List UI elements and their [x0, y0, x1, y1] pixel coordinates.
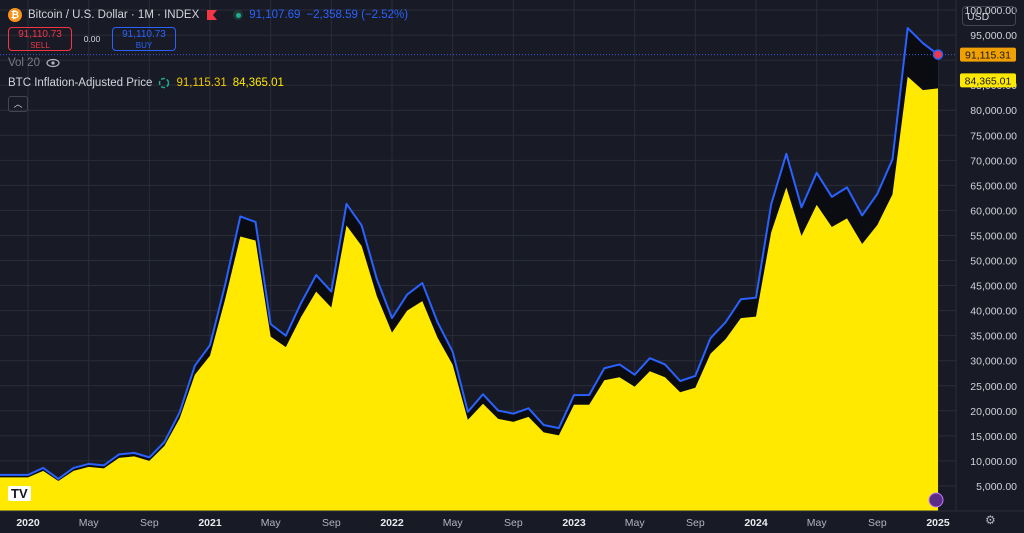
y-tick-label: 30,000.00 — [970, 356, 1017, 368]
loading-icon — [159, 77, 170, 89]
x-tick-label: Sep — [140, 517, 159, 529]
price-change: −2,358.59 (−2.52%) — [306, 9, 409, 21]
trade-buttons: 91,110.73 SELL 0.00 91,110.73 BUY — [8, 27, 176, 51]
symbol-legend: ₿ Bitcoin / U.S. Dollar · 1M · INDEX 91,… — [8, 8, 408, 22]
x-tick-label: Sep — [504, 517, 523, 529]
x-tick-label: 2024 — [744, 517, 768, 529]
x-tick-label: Sep — [868, 517, 887, 529]
x-tick-label: 2023 — [562, 517, 586, 529]
y-tick-label: 70,000.00 — [970, 155, 1017, 167]
spread-value: 0.00 — [83, 34, 101, 44]
y-tick-label: 55,000.00 — [970, 230, 1017, 242]
eye-icon[interactable] — [46, 58, 60, 68]
y-tick-label: 50,000.00 — [970, 256, 1017, 268]
indicator-value-1: 91,115.31 — [176, 77, 227, 89]
y-tick-label: 25,000.00 — [970, 381, 1017, 393]
x-tick-label: May — [807, 517, 828, 529]
x-tick-label: May — [443, 517, 464, 529]
flag-icon[interactable] — [207, 10, 218, 20]
y-tick-label: 65,000.00 — [970, 180, 1017, 192]
currency-label: USD — [967, 11, 990, 23]
price-axis-badge-label: 84,365.01 — [965, 75, 1012, 87]
gear-icon[interactable]: ⚙ — [985, 513, 996, 527]
y-tick-label: 80,000.00 — [970, 105, 1017, 117]
buy-label: BUY — [135, 41, 153, 50]
indicator-value-2: 84,365.01 — [232, 77, 284, 89]
buy-price: 91,110.73 — [122, 29, 166, 40]
x-tick-label: Sep — [322, 517, 341, 529]
sell-label: SELL — [30, 41, 50, 50]
sell-price: 91,110.73 — [18, 29, 62, 40]
x-tick-label: May — [261, 517, 282, 529]
symbol-title[interactable]: Bitcoin / U.S. Dollar · 1M · INDEX — [28, 9, 199, 21]
volume-legend: Vol 20 — [8, 57, 60, 69]
y-tick-label: 45,000.00 — [970, 281, 1017, 293]
x-tick-label: Sep — [686, 517, 705, 529]
y-tick-label: 95,000.00 — [970, 30, 1017, 42]
x-tick-label: 2022 — [380, 517, 404, 529]
x-tick-label: 2020 — [16, 517, 40, 529]
collapse-legend-button[interactable]: ︿ — [8, 96, 28, 112]
y-tick-label: 15,000.00 — [970, 431, 1017, 443]
lightning-icon — [928, 492, 944, 508]
volume-label[interactable]: Vol 20 — [8, 57, 40, 69]
y-tick-label: 20,000.00 — [970, 406, 1017, 418]
y-tick-label: 35,000.00 — [970, 331, 1017, 343]
y-tick-label: 40,000.00 — [970, 306, 1017, 318]
tradingview-logo[interactable]: TV — [8, 486, 31, 501]
x-tick-label: 2025 — [926, 517, 950, 529]
buy-button[interactable]: 91,110.73 BUY — [112, 27, 176, 51]
bitcoin-logo-icon: ₿ — [8, 8, 22, 22]
sell-button[interactable]: 91,110.73 SELL — [8, 27, 72, 51]
last-price: 91,107.69 — [249, 9, 301, 21]
y-tick-label: 60,000.00 — [970, 205, 1017, 217]
market-status-icon[interactable] — [233, 10, 244, 20]
x-tick-label: May — [79, 517, 100, 529]
y-tick-label: 75,000.00 — [970, 130, 1017, 142]
x-tick-label: May — [625, 517, 646, 529]
y-tick-label: 10,000.00 — [970, 456, 1017, 468]
last-price-marker — [932, 49, 944, 60]
indicator-name[interactable]: BTC Inflation-Adjusted Price — [8, 77, 152, 89]
currency-selector[interactable]: USD — [962, 6, 1016, 26]
inflation-adjusted-area — [0, 76, 938, 512]
y-tick-label: 5,000.00 — [976, 481, 1017, 493]
indicator-legend: BTC Inflation-Adjusted Price 91,115.31 8… — [8, 77, 284, 89]
price-axis-badge-label: 91,115.31 — [965, 50, 1011, 62]
chevron-up-icon: ︿ — [13, 99, 23, 109]
x-tick-label: 2021 — [198, 517, 222, 529]
